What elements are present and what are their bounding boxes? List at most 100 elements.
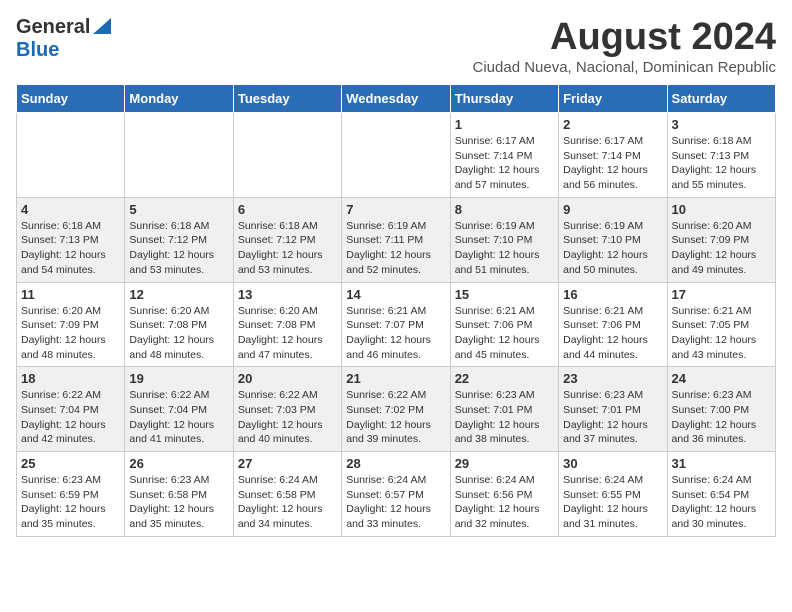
cell-content: Sunrise: 6:19 AMSunset: 7:11 PMDaylight:…	[346, 219, 445, 278]
calendar-cell-2-1: 4Sunrise: 6:18 AMSunset: 7:13 PMDaylight…	[17, 197, 125, 282]
day-number: 7	[346, 202, 445, 217]
calendar: SundayMondayTuesdayWednesdayThursdayFrid…	[16, 84, 776, 537]
cell-content: Sunrise: 6:20 AMSunset: 7:09 PMDaylight:…	[21, 304, 120, 363]
calendar-cell-4-3: 20Sunrise: 6:22 AMSunset: 7:03 PMDayligh…	[233, 367, 341, 452]
calendar-cell-2-2: 5 Sunrise: 6:18 AMSunset: 7:12 PMDaylight…	[125, 197, 233, 282]
day-number: 27	[238, 456, 337, 471]
cell-content: Sunrise: 6:23 AMSunset: 7:01 PMDaylight:…	[455, 388, 554, 447]
calendar-cell-2-4: 7 Sunrise: 6:19 AMSunset: 7:11 PMDaylight…	[342, 197, 450, 282]
cell-content: Sunrise: 6:17 AMSunset: 7:14 PMDaylight:…	[563, 134, 662, 193]
calendar-cell-3-7: 17Sunrise: 6:21 AMSunset: 7:05 PMDayligh…	[667, 282, 775, 367]
cell-content: Sunrise: 6:20 AMSunset: 7:08 PMDaylight:…	[129, 304, 228, 363]
day-number: 23	[563, 371, 662, 386]
title-area: August 2024 Ciudad Nueva, Nacional, Domi…	[473, 16, 777, 76]
cell-content: Sunrise: 6:18 AMSunset: 7:12 PMDaylight:…	[129, 219, 228, 278]
header: General Blue August 2024 Ciudad Nueva, N…	[16, 16, 776, 76]
cell-content: Sunrise: 6:21 AMSunset: 7:06 PMDaylight:…	[563, 304, 662, 363]
cell-content: Sunrise: 6:20 AMSunset: 7:09 PMDaylight:…	[672, 219, 771, 278]
logo-general-text: General	[16, 16, 90, 39]
calendar-cell-3-3: 13Sunrise: 6:20 AMSunset: 7:08 PMDayligh…	[233, 282, 341, 367]
calendar-week-1: 1 Sunrise: 6:17 AMSunset: 7:14 PMDaylight…	[17, 113, 776, 198]
cell-content: Sunrise: 6:18 AMSunset: 7:13 PMDaylight:…	[672, 134, 771, 193]
calendar-week-3: 11 Sunrise: 6:20 AMSunset: 7:09 PMDayligh…	[17, 282, 776, 367]
cell-content: Sunrise: 6:24 AMSunset: 6:56 PMDaylight:…	[455, 473, 554, 532]
day-number: 29	[455, 456, 554, 471]
cell-content: Sunrise: 6:21 AMSunset: 7:07 PMDaylight:…	[346, 304, 445, 363]
logo: General Blue	[16, 16, 111, 62]
day-number: 22	[455, 371, 554, 386]
cell-content: Sunrise: 6:18 AMSunset: 7:12 PMDaylight:…	[238, 219, 337, 278]
cell-content: Sunrise: 6:23 AMSunset: 6:59 PMDaylight:…	[21, 473, 120, 532]
day-header-sunday: Sunday	[17, 85, 125, 113]
logo-blue-text: Blue	[16, 39, 59, 61]
days-header-row: SundayMondayTuesdayWednesdayThursdayFrid…	[17, 85, 776, 113]
calendar-cell-3-6: 16 Sunrise: 6:21 AMSunset: 7:06 PMDayligh…	[559, 282, 667, 367]
day-number: 6	[238, 202, 337, 217]
calendar-cell-1-6: 2 Sunrise: 6:17 AMSunset: 7:14 PMDaylight…	[559, 113, 667, 198]
calendar-cell-5-4: 28Sunrise: 6:24 AMSunset: 6:57 PMDayligh…	[342, 452, 450, 537]
cell-content: Sunrise: 6:19 AMSunset: 7:10 PMDaylight:…	[455, 219, 554, 278]
calendar-header: SundayMondayTuesdayWednesdayThursdayFrid…	[17, 85, 776, 113]
subtitle: Ciudad Nueva, Nacional, Dominican Republ…	[473, 59, 777, 76]
day-number: 1	[455, 117, 554, 132]
cell-content: Sunrise: 6:18 AMSunset: 7:13 PMDaylight:…	[21, 219, 120, 278]
calendar-cell-3-2: 12 Sunrise: 6:20 AMSunset: 7:08 PMDayligh…	[125, 282, 233, 367]
cell-content: Sunrise: 6:24 AMSunset: 6:58 PMDaylight:…	[238, 473, 337, 532]
cell-content: Sunrise: 6:19 AMSunset: 7:10 PMDaylight:…	[563, 219, 662, 278]
cell-content: Sunrise: 6:22 AMSunset: 7:04 PMDaylight:…	[21, 388, 120, 447]
logo-triangle-icon	[93, 18, 111, 39]
cell-content: Sunrise: 6:22 AMSunset: 7:02 PMDaylight:…	[346, 388, 445, 447]
calendar-cell-2-7: 10 Sunrise: 6:20 AMSunset: 7:09 PMDayligh…	[667, 197, 775, 282]
calendar-cell-4-7: 24 Sunrise: 6:23 AMSunset: 7:00 PMDayligh…	[667, 367, 775, 452]
calendar-cell-2-5: 8 Sunrise: 6:19 AMSunset: 7:10 PMDaylight…	[450, 197, 558, 282]
day-header-friday: Friday	[559, 85, 667, 113]
calendar-cell-5-2: 26Sunrise: 6:23 AMSunset: 6:58 PMDayligh…	[125, 452, 233, 537]
calendar-cell-1-5: 1 Sunrise: 6:17 AMSunset: 7:14 PMDaylight…	[450, 113, 558, 198]
day-number: 8	[455, 202, 554, 217]
calendar-week-5: 25 Sunrise: 6:23 AMSunset: 6:59 PMDayligh…	[17, 452, 776, 537]
day-number: 13	[238, 287, 337, 302]
calendar-week-4: 18Sunrise: 6:22 AMSunset: 7:04 PMDayligh…	[17, 367, 776, 452]
calendar-cell-4-1: 18Sunrise: 6:22 AMSunset: 7:04 PMDayligh…	[17, 367, 125, 452]
calendar-cell-2-3: 6 Sunrise: 6:18 AMSunset: 7:12 PMDaylight…	[233, 197, 341, 282]
cell-content: Sunrise: 6:24 AMSunset: 6:57 PMDaylight:…	[346, 473, 445, 532]
cell-content: Sunrise: 6:17 AMSunset: 7:14 PMDaylight:…	[455, 134, 554, 193]
day-header-thursday: Thursday	[450, 85, 558, 113]
calendar-cell-3-4: 14Sunrise: 6:21 AMSunset: 7:07 PMDayligh…	[342, 282, 450, 367]
day-number: 30	[563, 456, 662, 471]
cell-content: Sunrise: 6:21 AMSunset: 7:06 PMDaylight:…	[455, 304, 554, 363]
cell-content: Sunrise: 6:23 AMSunset: 7:00 PMDaylight:…	[672, 388, 771, 447]
day-number: 26	[129, 456, 228, 471]
calendar-week-2: 4Sunrise: 6:18 AMSunset: 7:13 PMDaylight…	[17, 197, 776, 282]
day-number: 17	[672, 287, 771, 302]
calendar-cell-4-4: 21 Sunrise: 6:22 AMSunset: 7:02 PMDayligh…	[342, 367, 450, 452]
cell-content: Sunrise: 6:24 AMSunset: 6:55 PMDaylight:…	[563, 473, 662, 532]
calendar-body: 1 Sunrise: 6:17 AMSunset: 7:14 PMDaylight…	[17, 113, 776, 537]
calendar-cell-5-5: 29 Sunrise: 6:24 AMSunset: 6:56 PMDayligh…	[450, 452, 558, 537]
day-header-tuesday: Tuesday	[233, 85, 341, 113]
cell-content: Sunrise: 6:24 AMSunset: 6:54 PMDaylight:…	[672, 473, 771, 532]
day-header-wednesday: Wednesday	[342, 85, 450, 113]
cell-content: Sunrise: 6:22 AMSunset: 7:03 PMDaylight:…	[238, 388, 337, 447]
cell-content: Sunrise: 6:23 AMSunset: 7:01 PMDaylight:…	[563, 388, 662, 447]
day-number: 25	[21, 456, 120, 471]
calendar-cell-1-1	[17, 113, 125, 198]
day-number: 11	[21, 287, 120, 302]
calendar-cell-4-2: 19Sunrise: 6:22 AMSunset: 7:04 PMDayligh…	[125, 367, 233, 452]
calendar-cell-1-7: 3 Sunrise: 6:18 AMSunset: 7:13 PMDaylight…	[667, 113, 775, 198]
day-number: 10	[672, 202, 771, 217]
day-number: 2	[563, 117, 662, 132]
day-number: 21	[346, 371, 445, 386]
day-number: 19	[129, 371, 228, 386]
day-number: 5	[129, 202, 228, 217]
day-number: 12	[129, 287, 228, 302]
main-title: August 2024	[473, 16, 777, 59]
day-number: 15	[455, 287, 554, 302]
day-number: 16	[563, 287, 662, 302]
day-number: 31	[672, 456, 771, 471]
calendar-cell-1-2	[125, 113, 233, 198]
calendar-cell-5-7: 31 Sunrise: 6:24 AMSunset: 6:54 PMDayligh…	[667, 452, 775, 537]
day-header-saturday: Saturday	[667, 85, 775, 113]
day-number: 24	[672, 371, 771, 386]
day-number: 3	[672, 117, 771, 132]
